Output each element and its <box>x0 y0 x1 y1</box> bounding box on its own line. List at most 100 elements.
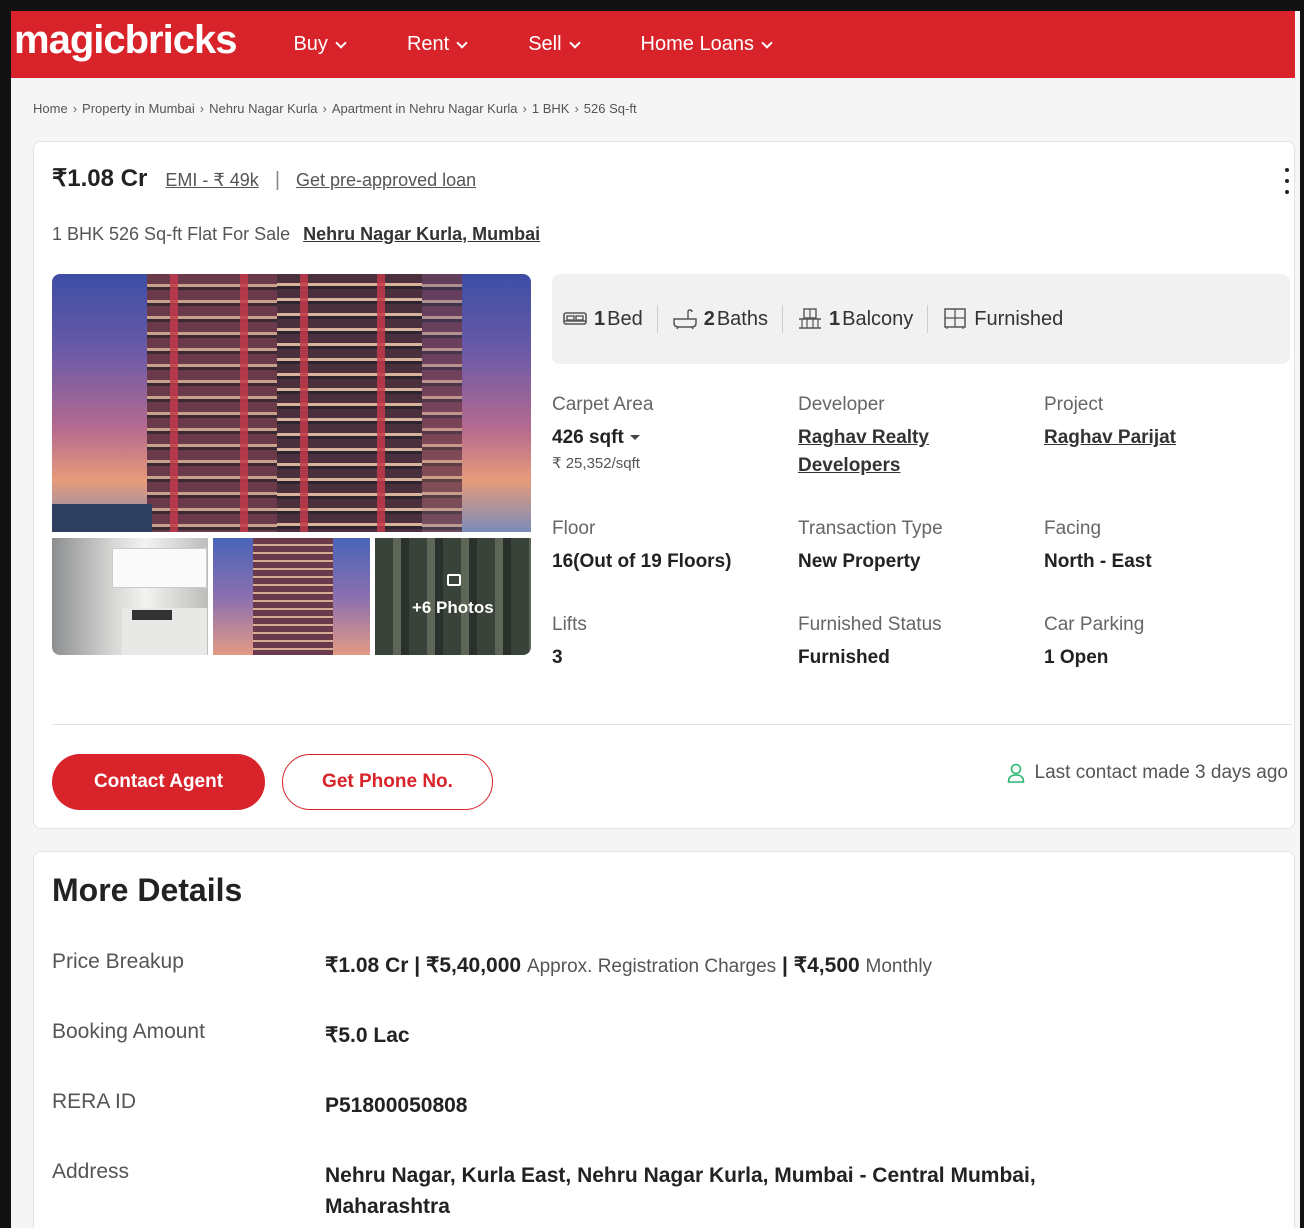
car-parking-value: 1 Open <box>1044 647 1109 668</box>
feature-furnished: Furnished <box>942 308 1077 331</box>
facing-label: Facing <box>1044 518 1102 539</box>
furnished-status-label: Furnished Status <box>798 614 942 635</box>
main-property-photo[interactable] <box>52 274 531 532</box>
facing-value: North - East <box>1044 551 1152 572</box>
feature-balcony: 1 Balcony <box>797 308 927 331</box>
developer-label: Developer <box>798 394 885 415</box>
listing-type: 1 BHK 526 Sq-ft Flat For Sale <box>52 224 291 244</box>
top-navbar: magicbricks Buy Rent Sell Home Loans <box>11 11 1295 78</box>
listing-price: ₹1.08 Cr <box>52 165 148 192</box>
chevron-down-icon <box>335 36 347 49</box>
developer-link[interactable]: Raghav Realty Developers <box>798 424 1028 480</box>
furnished-icon <box>944 308 967 329</box>
price-breakup-label: Price Breakup <box>52 950 184 973</box>
carpet-area-value[interactable]: 426 sqft <box>552 424 782 452</box>
nav-rent-label: Rent <box>406 33 450 55</box>
listing-card: ₹1.08 Cr EMI - ₹ 49k | Get pre-approved … <box>33 141 1295 829</box>
breadcrumb-apartment[interactable]: Apartment in Nehru Nagar Kurla <box>332 101 518 116</box>
price-per-sqft: ₹ 25,352/sqft <box>552 455 640 472</box>
nav-buy-label: Buy <box>293 33 328 55</box>
rera-id-label: RERA ID <box>52 1090 137 1113</box>
breadcrumb: Home › Property in Mumbai › Nehru Nagar Ku… <box>33 101 637 116</box>
brand-logo[interactable]: magicbricks <box>14 18 237 63</box>
carpet-area-label: Carpet Area <box>552 394 654 415</box>
lifts-label: Lifts <box>552 614 587 635</box>
address-value: Nehru Nagar, Kurla East, Nehru Nagar Kur… <box>325 1164 1036 1218</box>
breadcrumb-separator-icon: › <box>199 101 205 116</box>
photo-gallery: +6 Photos <box>52 274 531 655</box>
spec-floor: Floor 16(Out of 19 Floors) <box>552 518 782 576</box>
booking-amount-value: ₹5.0 Lac <box>325 1024 410 1047</box>
bath-label: Baths <box>716 307 768 330</box>
rera-id-value: P51800050808 <box>325 1094 468 1117</box>
last-contact-info: Last contact made 3 days ago <box>1007 762 1289 784</box>
breadcrumb-separator-icon: › <box>72 101 78 116</box>
floor-value: 16(Out of 19 Floors) <box>552 551 732 572</box>
photo-icon <box>446 574 461 586</box>
breadcrumb-bhk[interactable]: 1 BHK <box>532 101 570 116</box>
kitchen-photo-thumbnail[interactable] <box>52 538 209 655</box>
spec-facing: Facing North - East <box>1044 518 1274 576</box>
booking-amount-label: Booking Amount <box>52 1020 205 1043</box>
breadcrumb-separator-icon: › <box>574 101 579 116</box>
breadcrumb-locality[interactable]: Nehru Nagar Kurla <box>209 101 317 116</box>
address-label: Address <box>52 1160 130 1183</box>
balcony-count: 1 <box>829 307 841 330</box>
building-image <box>277 274 422 532</box>
feature-summary: 1 Bed 2 Baths 1 Balcony Furnished <box>552 274 1290 364</box>
caret-down-icon <box>629 435 640 441</box>
nav-sell-label: Sell <box>528 33 562 55</box>
chevron-down-icon <box>568 36 581 49</box>
car-parking-label: Car Parking <box>1044 614 1145 635</box>
main-nav: Buy Rent Sell Home Loans <box>293 33 832 56</box>
more-details-card: More Details Price Breakup ₹1.08 Cr | ₹5… <box>33 851 1295 1228</box>
breadcrumb-property-mumbai[interactable]: Property in Mumbai <box>82 101 195 116</box>
spec-transaction-type: Transaction Type New Property <box>798 518 1028 576</box>
floor-label: Floor <box>552 518 596 539</box>
emi-link[interactable]: EMI - ₹ 49k <box>165 170 258 191</box>
last-contact-text: Last contact made 3 days ago <box>1034 762 1289 783</box>
furnished-label: Furnished <box>974 307 1064 330</box>
contact-agent-button[interactable]: Contact Agent <box>52 754 265 810</box>
transaction-type-value: New Property <box>798 551 921 572</box>
spec-project: Project Raghav Parijat <box>1044 394 1274 452</box>
spec-furnished-status: Furnished Status Furnished <box>798 614 1028 672</box>
listing-location-link[interactable]: Nehru Nagar Kurla, Mumbai <box>303 224 540 244</box>
spec-car-parking: Car Parking 1 Open <box>1044 614 1274 672</box>
spec-carpet-area: Carpet Area 426 sqft ₹ 25,352/sqft <box>552 394 782 472</box>
page: magicbricks Buy Rent Sell Home Loans Hom… <box>11 11 1300 1228</box>
more-options-icon[interactable] <box>1284 168 1290 194</box>
more-photos-label: +6 Photos <box>411 598 494 617</box>
listing-subtitle: 1 BHK 526 Sq-ft Flat For Sale Nehru Naga… <box>52 224 540 245</box>
furnished-status-value: Furnished <box>798 647 890 668</box>
bed-count: 1 <box>594 307 606 330</box>
price-row: ₹1.08 Cr EMI - ₹ 49k | Get pre-approved … <box>52 164 476 193</box>
bath-icon <box>672 309 697 330</box>
nav-home-loans[interactable]: Home Loans <box>640 33 773 56</box>
chevron-down-icon <box>456 36 468 49</box>
feature-bed: 1 Bed <box>562 308 657 331</box>
project-link[interactable]: Raghav Parijat <box>1044 424 1274 452</box>
more-photos-thumbnail[interactable]: +6 Photos <box>374 538 531 655</box>
lifts-value: 3 <box>552 647 563 668</box>
nav-home-loans-label: Home Loans <box>640 33 754 55</box>
get-phone-button[interactable]: Get Phone No. <box>282 754 493 810</box>
bed-label: Bed <box>607 307 643 330</box>
project-label: Project <box>1044 394 1104 415</box>
photo-thumbnails: +6 Photos <box>52 538 531 655</box>
feature-bath: 2 Baths <box>672 308 782 331</box>
spec-lifts: Lifts 3 <box>552 614 782 672</box>
price-breakup-value: ₹1.08 Cr | ₹5,40,000 Approx. Registratio… <box>325 954 933 977</box>
bed-icon <box>563 312 587 325</box>
more-details-title: More Details <box>52 872 243 908</box>
card-divider <box>52 724 1292 725</box>
building-photo-thumbnail[interactable] <box>213 538 370 655</box>
preapproved-loan-link[interactable]: Get pre-approved loan <box>296 170 476 191</box>
nav-rent[interactable]: Rent <box>406 33 468 56</box>
nav-sell[interactable]: Sell <box>528 33 581 56</box>
breadcrumb-home[interactable]: Home <box>33 101 68 116</box>
spec-developer: Developer Raghav Realty Developers <box>798 394 1028 480</box>
bath-count: 2 <box>703 307 715 330</box>
nav-buy[interactable]: Buy <box>293 33 347 56</box>
user-icon <box>1007 763 1024 783</box>
